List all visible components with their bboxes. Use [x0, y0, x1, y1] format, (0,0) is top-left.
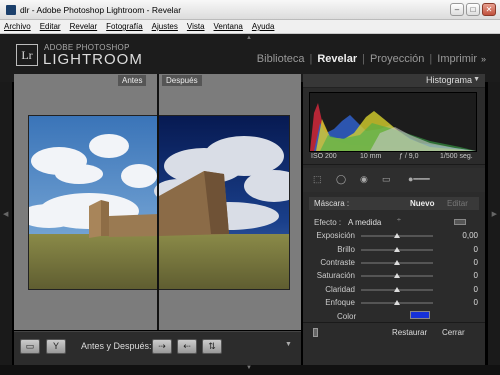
histogram-graph[interactable]: [309, 92, 477, 152]
slider-value-contraste[interactable]: 0: [474, 258, 478, 267]
red-eye-tool-icon[interactable]: ◉: [360, 174, 368, 185]
reset-button[interactable]: Restaurar: [392, 328, 427, 337]
castle-photo-image: [29, 116, 289, 289]
before-after-label: Antes y Después:: [81, 341, 152, 351]
histogram-shutter: 1/500 seg.: [440, 153, 473, 160]
module-imprimir[interactable]: Imprimir: [437, 53, 477, 65]
right-panel-edge[interactable]: [488, 82, 500, 365]
before-label: Antes: [118, 75, 147, 86]
pin-icon[interactable]: [313, 328, 318, 337]
histogram-aperture: ƒ / 9,0: [399, 153, 419, 160]
module-biblioteca[interactable]: Biblioteca: [257, 53, 305, 65]
menu-revelar[interactable]: Revelar: [70, 22, 98, 31]
slider-thumb-enfoque[interactable]: [394, 300, 400, 305]
histogram-curves-image: [310, 103, 476, 151]
slider-label-claridad: Claridad: [325, 285, 355, 294]
copy-before-to-after-button[interactable]: ⇢: [152, 339, 172, 354]
filmstrip-toggle-icon[interactable]: ▼: [246, 365, 252, 371]
module-separator: |: [429, 53, 433, 65]
before-after-view-button[interactable]: Y: [46, 339, 66, 354]
slider-label-saturacion: Saturación: [316, 271, 355, 280]
histogram-title: Histograma: [425, 75, 472, 85]
module-picker: Biblioteca | Revelar | Proyección | Impr…: [257, 53, 486, 65]
graduated-filter-tool-icon[interactable]: ▭: [382, 174, 391, 185]
menu-vista[interactable]: Vista: [187, 22, 205, 31]
mask-edit-button[interactable]: Editar: [447, 199, 468, 208]
slider-label-contraste: Contraste: [320, 258, 355, 267]
module-revelar[interactable]: Revelar: [317, 53, 357, 65]
menu-archivo[interactable]: Archivo: [4, 22, 31, 31]
effect-label: Efecto :: [314, 218, 342, 227]
mask-new-button[interactable]: Nuevo: [410, 199, 434, 208]
app-icon: [6, 4, 16, 15]
slider-label-brillo: Brillo: [337, 245, 355, 254]
mask-label: Máscara :: [314, 199, 350, 208]
close-window-button[interactable]: ✕: [482, 3, 496, 16]
panel-divider: [303, 322, 485, 323]
left-panel-toggle-icon[interactable]: ◀: [3, 210, 8, 218]
effect-select-arrows-icon[interactable]: ÷: [397, 217, 401, 224]
slider-value-saturacion[interactable]: 0: [474, 271, 478, 280]
left-panel-edge[interactable]: [0, 82, 12, 365]
menu-ajustes[interactable]: Ajustes: [152, 22, 178, 31]
slider-label-exposicion: Exposición: [316, 231, 355, 240]
effect-preset-select[interactable]: A medida: [348, 218, 381, 227]
before-after-divider: [157, 74, 159, 330]
maximize-button[interactable]: □: [466, 3, 480, 16]
menu-ventana[interactable]: Ventana: [214, 22, 243, 31]
spot-removal-tool-icon[interactable]: ◯: [336, 174, 346, 185]
tool-strip: [303, 168, 485, 192]
photo-preview[interactable]: [28, 115, 290, 290]
more-modules-icon[interactable]: »: [481, 54, 486, 64]
minimize-button[interactable]: –: [450, 3, 464, 16]
close-tool-button[interactable]: Cerrar: [442, 328, 465, 337]
slider-thumb-brillo[interactable]: [394, 247, 400, 252]
histogram-focal: 10 mm: [360, 153, 382, 160]
color-swatch[interactable]: [410, 311, 430, 319]
histogram-iso: ISO 200: [311, 153, 337, 160]
slider-value-enfoque[interactable]: 0: [474, 298, 478, 307]
slider-value-exposicion[interactable]: 0,00: [462, 231, 478, 240]
module-separator: |: [362, 53, 365, 65]
slider-thumb-claridad[interactable]: [394, 287, 400, 292]
copy-after-to-before-button[interactable]: ⇠: [177, 339, 197, 354]
module-proyeccion[interactable]: Proyección: [370, 53, 424, 65]
menu-bar: Archivo Editar Revelar Fotografía Ajuste…: [0, 20, 500, 34]
slider-thumb-contraste[interactable]: [394, 260, 400, 265]
crop-tool-icon[interactable]: ⬚: [313, 174, 322, 185]
color-label: Color: [337, 312, 357, 321]
adjustment-brush-tool-icon[interactable]: ●━━━: [408, 174, 430, 185]
menu-fotografia[interactable]: Fotografía: [106, 22, 142, 31]
after-label: Después: [162, 75, 202, 86]
top-panel-toggle-icon[interactable]: ▲: [246, 35, 252, 41]
window-title: dlr - Adobe Photoshop Lightroom - Revela…: [20, 4, 182, 15]
slider-thumb-exposicion[interactable]: [394, 233, 400, 238]
right-panel-toggle-icon[interactable]: ▶: [492, 210, 497, 218]
toolbar-menu-chevron-down-icon[interactable]: ▼: [285, 341, 292, 348]
window-titlebar: dlr - Adobe Photoshop Lightroom - Revela…: [0, 0, 500, 20]
slider-value-claridad[interactable]: 0: [474, 285, 478, 294]
module-separator: |: [309, 53, 313, 65]
lightroom-logo: Lr: [16, 44, 38, 66]
menu-ayuda[interactable]: Ayuda: [252, 22, 275, 31]
histogram-collapse-icon[interactable]: ▼: [473, 76, 480, 83]
slider-value-brillo[interactable]: 0: [474, 245, 478, 254]
slider-thumb-saturacion[interactable]: [394, 273, 400, 278]
menu-editar[interactable]: Editar: [40, 22, 61, 31]
brand-line2: LIGHTROOM: [43, 51, 143, 68]
panel-divider: [303, 164, 485, 165]
swap-before-after-button[interactable]: ⇅: [202, 339, 222, 354]
loupe-view-button[interactable]: ▭: [20, 339, 40, 354]
effect-toggle-switch[interactable]: [454, 219, 466, 225]
slider-label-enfoque: Enfoque: [325, 298, 355, 307]
